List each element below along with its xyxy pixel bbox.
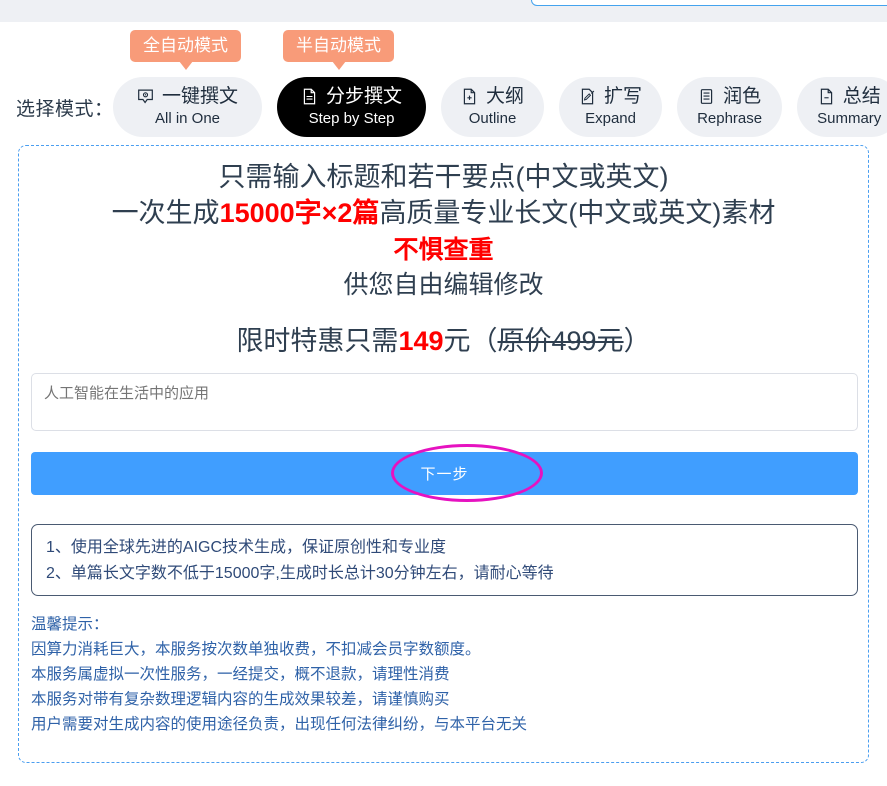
badge-semi-auto: 半自动模式 xyxy=(283,30,394,70)
mode-selector: 选择模式： 全自动模式 半自动模式 一键撰文 All in One 分步撰文 S… xyxy=(0,22,887,140)
price-value: 149 xyxy=(398,326,444,357)
mode-label-cn: 分步撰文 xyxy=(326,86,403,107)
mode-label-en: Summary xyxy=(817,110,882,127)
badge-arrow-icon xyxy=(331,61,346,70)
promo-price-line: 限时特惠只需149元（原价499元） xyxy=(19,324,868,360)
mode-label-en: Outline xyxy=(468,110,517,127)
note-item: 1、使用全球先进的AIGC技术生成，保证原创性和专业度 xyxy=(46,539,447,556)
mode-button-expand[interactable]: 扩写 Expand xyxy=(559,77,663,137)
badge-semi-auto-label: 半自动模式 xyxy=(296,36,381,55)
promo-line-2-highlight: 15000字×2篇 xyxy=(219,197,380,228)
mode-button-outline[interactable]: 大纲 Outline xyxy=(441,77,545,137)
promo-line-3-no-plagiarism: 不惧查重 xyxy=(393,235,494,264)
mode-selector-label: 选择模式： xyxy=(16,99,114,120)
price-prefix: 限时特惠只需 xyxy=(236,326,399,357)
promo-line-2: 一次生成15000字×2篇高质量专业长文(中文或英文)素材 xyxy=(19,196,868,232)
mode-label-cn: 润色 xyxy=(723,86,762,107)
notes-box: 1、使用全球先进的AIGC技术生成，保证原创性和专业度 2、单篇长文字数不低于1… xyxy=(31,524,858,596)
topic-input[interactable] xyxy=(31,373,858,431)
badge-arrow-icon xyxy=(178,61,193,70)
promo-line-1: 只需输入标题和若干要点(中文或英文) xyxy=(218,162,669,192)
price-original: 原价499元 xyxy=(497,326,624,357)
mode-label-cn: 大纲 xyxy=(486,86,525,107)
tips-title: 温馨提示： xyxy=(31,616,109,633)
promo-block: 只需输入标题和若干要点(中文或英文) 一次生成15000字×2篇高质量专业长文(… xyxy=(19,146,868,360)
mode-button-rephrase[interactable]: 润色 Rephrase xyxy=(677,77,783,137)
note-item: 2、单篇长文字数不低于15000字,生成时长总计30分钟左右，请耐心等待 xyxy=(46,564,554,582)
promo-line-2-prefix: 一次生成 xyxy=(111,197,220,228)
document-plus-icon xyxy=(461,88,478,105)
document-edit-icon xyxy=(579,88,596,105)
badge-full-auto: 全自动模式 xyxy=(130,30,241,70)
mode-label-en: Rephrase xyxy=(697,110,763,127)
next-step-button[interactable]: 下一步 xyxy=(31,452,858,495)
tips-line: 因算力消耗巨大，本服务按次数单独收费，不扣减会员字数额度。 xyxy=(31,641,481,659)
mode-button-list: 一键撰文 All in One 分步撰文 Step by Step 大纲 Out… xyxy=(113,77,887,137)
tips-line: 本服务对带有复杂数理逻辑内容的生成效果较差，请谨慎购买 xyxy=(31,691,450,709)
promo-line-2-suffix: 高质量专业长文(中文或英文)素材 xyxy=(379,197,776,228)
tips-line: 用户需要对生成内容的使用途径负责，出现任何法律纠纷，与本平台无关 xyxy=(31,716,528,734)
mode-label-cn: 总结 xyxy=(842,86,881,107)
mode-label-en: Expand xyxy=(585,110,636,127)
mode-label-cn: 扩写 xyxy=(604,86,643,107)
clipped-panel-above-fold xyxy=(531,0,887,6)
tips-line: 本服务属虚拟一次性服务，一经提交，概不退款，请理性消费 xyxy=(31,666,450,684)
mode-button-all-in-one[interactable]: 一键撰文 All in One xyxy=(113,77,263,137)
promo-line-4: 供您自由编辑修改 xyxy=(343,271,544,300)
document-minus-icon xyxy=(818,88,835,105)
mode-button-step-by-step[interactable]: 分步撰文 Step by Step xyxy=(277,77,427,137)
document-lines-icon xyxy=(301,88,318,105)
document-list-icon xyxy=(698,88,715,105)
main-panel: 只需输入标题和若干要点(中文或英文) 一次生成15000字×2篇高质量专业长文(… xyxy=(18,145,869,763)
mode-label-en: All in One xyxy=(154,110,221,127)
mode-button-summary[interactable]: 总结 Summary xyxy=(797,77,887,137)
price-close-paren: ） xyxy=(623,326,651,357)
tips-block: 温馨提示： 因算力消耗巨大，本服务按次数单独收费，不扣减会员字数额度。 本服务属… xyxy=(31,612,858,738)
mode-label-en: Step by Step xyxy=(308,110,395,127)
price-unit: 元（ xyxy=(443,326,498,357)
chat-gear-icon xyxy=(137,88,154,105)
mode-label-cn: 一键撰文 xyxy=(162,86,239,107)
badge-full-auto-label: 全自动模式 xyxy=(143,36,228,55)
